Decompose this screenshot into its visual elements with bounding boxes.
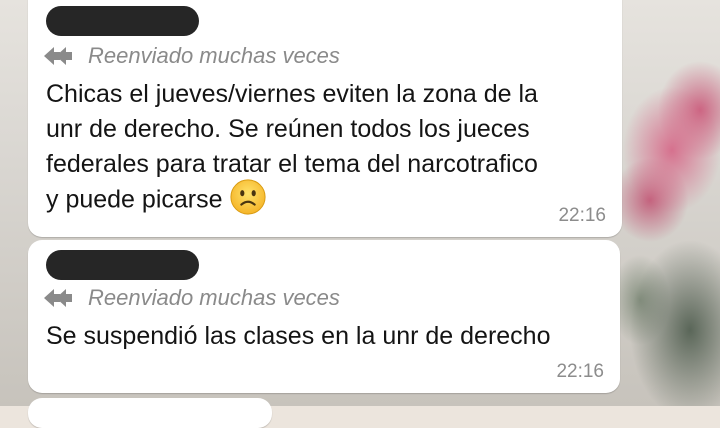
forwarded-indicator: Reenviado muchas veces bbox=[42, 285, 340, 311]
message-time: 22:16 bbox=[558, 205, 606, 226]
redacted-sender-name bbox=[46, 250, 199, 280]
message-bubble-partial[interactable] bbox=[28, 398, 272, 428]
message-bubble[interactable]: Reenviado muchas veces Chicas el jueves/… bbox=[28, 0, 622, 237]
forwarded-many-times-icon bbox=[44, 47, 72, 65]
redacted-sender-name bbox=[46, 6, 199, 36]
forwarded-label: Reenviado muchas veces bbox=[88, 285, 340, 310]
message-text: Chicas el jueves/viernes eviten la zona … bbox=[46, 77, 606, 220]
message-text: Se suspendió las clases en la unr de der… bbox=[46, 322, 551, 350]
forwarded-indicator: Reenviado muchas veces bbox=[42, 43, 340, 69]
forwarded-many-times-icon bbox=[44, 289, 72, 307]
slightly-frowning-face-icon bbox=[229, 179, 266, 215]
message-bubble[interactable]: Reenviado muchas veces Se suspendió las … bbox=[28, 240, 620, 393]
message-time: 22:16 bbox=[556, 361, 604, 382]
forwarded-label: Reenviado muchas veces bbox=[88, 43, 340, 68]
